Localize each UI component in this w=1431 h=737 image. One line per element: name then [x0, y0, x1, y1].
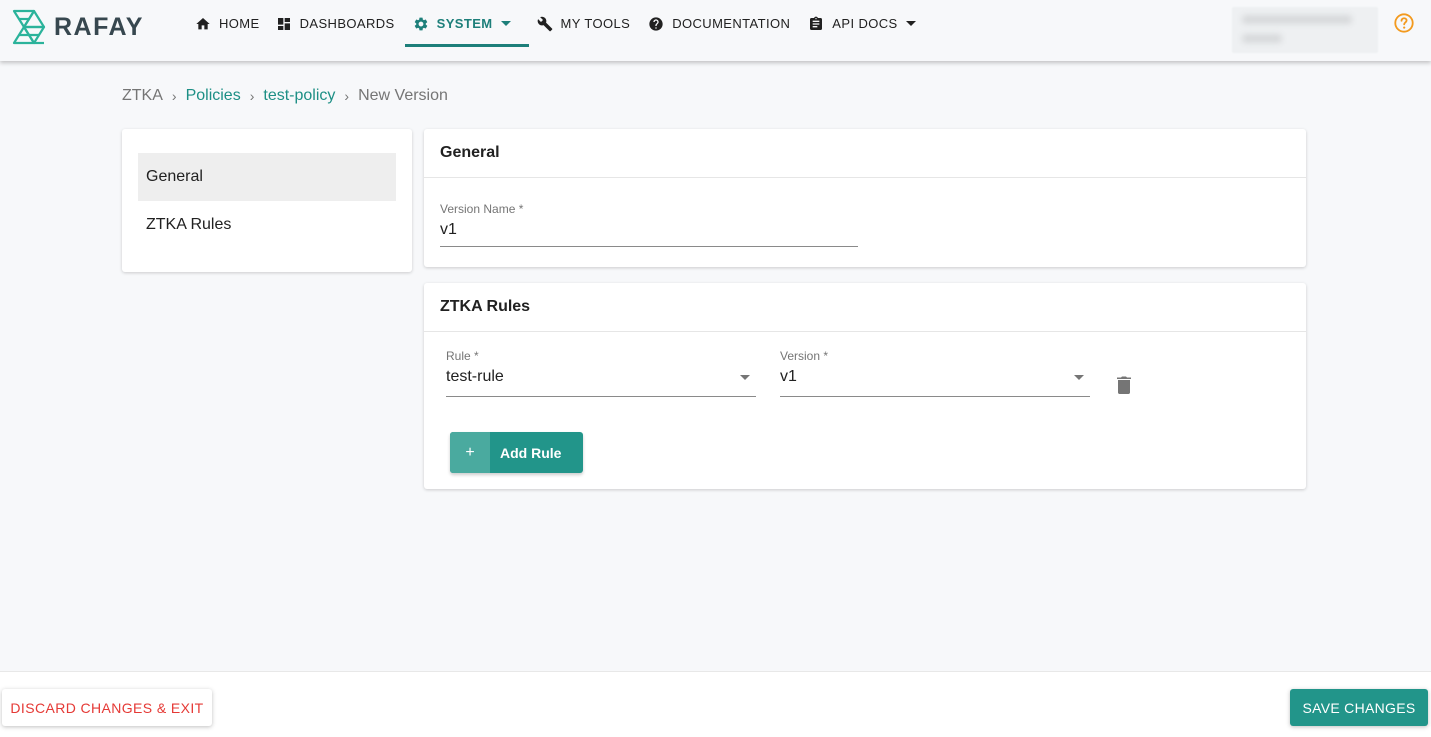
- section-nav-ztka-rules[interactable]: ZTKA Rules: [138, 201, 396, 249]
- save-changes-button[interactable]: SAVE CHANGES: [1290, 689, 1428, 726]
- dashboard-icon: [277, 17, 290, 30]
- nav-system-label: SYSTEM: [436, 16, 493, 31]
- discard-changes-button[interactable]: DISCARD CHANGES & EXIT: [2, 689, 212, 726]
- general-card: General Version Name * v1: [424, 129, 1306, 267]
- version-select-value[interactable]: v1: [780, 368, 1090, 386]
- version-select[interactable]: Version * v1: [780, 349, 1090, 397]
- gear-icon: [414, 17, 427, 30]
- nav-api-docs[interactable]: API DOCS: [800, 0, 923, 47]
- version-name-underline: [440, 246, 858, 247]
- dropdown-arrow-icon[interactable]: [1074, 375, 1084, 380]
- section-nav-ztka-rules-label: ZTKA Rules: [146, 216, 232, 233]
- chevron-down-icon: [905, 21, 916, 26]
- breadcrumb-separator: ›: [249, 88, 255, 104]
- breadcrumb-separator: ›: [344, 88, 350, 104]
- nav-dashboards-label: DASHBOARDS: [299, 16, 395, 31]
- plus-icon: +: [450, 432, 490, 473]
- top-header: RAFAY HOME DASHBOARDS SYSTEM MY TOOLS DO…: [0, 0, 1431, 61]
- rule-select-underline: [446, 396, 756, 397]
- user-menu-blurred[interactable]: [1232, 7, 1378, 53]
- version-name-field[interactable]: Version Name * v1: [440, 202, 858, 247]
- chevron-down-icon: [500, 21, 511, 26]
- nav-home-label: HOME: [219, 16, 260, 31]
- main-nav: HOME DASHBOARDS SYSTEM MY TOOLS DOCUMENT…: [187, 0, 924, 47]
- help-circle-icon: [649, 16, 663, 31]
- nav-documentation-label: DOCUMENTATION: [672, 16, 791, 31]
- help-outline-icon[interactable]: [1393, 12, 1415, 34]
- add-rule-label: Add Rule: [500, 444, 562, 461]
- home-icon: [196, 17, 210, 29]
- breadcrumb-new-version: New Version: [358, 87, 448, 104]
- nav-home[interactable]: HOME: [187, 0, 268, 47]
- ztka-rules-card: ZTKA Rules Rule * test-rule Version * v1…: [424, 283, 1306, 489]
- add-rule-button[interactable]: + Add Rule: [450, 432, 583, 473]
- nav-api-docs-label: API DOCS: [832, 16, 898, 31]
- breadcrumb-policies[interactable]: Policies: [186, 87, 241, 105]
- user-email-blurred: [1242, 15, 1352, 24]
- breadcrumb-ztka: ZTKA: [122, 87, 163, 104]
- version-select-underline: [780, 396, 1090, 397]
- nav-my-tools-label: MY TOOLS: [560, 16, 631, 31]
- footer-bar: DISCARD CHANGES & EXIT SAVE CHANGES: [0, 671, 1431, 737]
- nav-my-tools[interactable]: MY TOOLS: [529, 0, 639, 47]
- ztka-rules-card-title: ZTKA Rules: [424, 283, 1306, 332]
- rule-select[interactable]: Rule * test-rule: [446, 349, 756, 397]
- version-select-label: Version *: [780, 349, 829, 363]
- rule-select-label: Rule *: [446, 349, 479, 363]
- breadcrumb: ZTKA › Policies › test-policy › New Vers…: [122, 87, 448, 105]
- nav-documentation[interactable]: DOCUMENTATION: [640, 0, 798, 47]
- breadcrumb-separator: ›: [171, 88, 177, 104]
- user-org-blurred: [1242, 34, 1282, 43]
- section-nav-general[interactable]: General: [138, 153, 396, 201]
- wrench-icon: [537, 16, 552, 31]
- clipboard-icon: [810, 16, 823, 30]
- rafay-logo-icon: [12, 9, 46, 45]
- brand-name: RAFAY: [54, 12, 144, 41]
- rule-select-value[interactable]: test-rule: [446, 368, 756, 386]
- version-name-label: Version Name *: [440, 202, 524, 216]
- nav-dashboards[interactable]: DASHBOARDS: [268, 0, 403, 47]
- version-name-input[interactable]: v1: [440, 221, 858, 239]
- general-card-title: General: [424, 129, 1306, 178]
- nav-system[interactable]: SYSTEM: [404, 0, 529, 47]
- rafay-logo[interactable]: RAFAY: [12, 9, 144, 45]
- dropdown-arrow-icon[interactable]: [740, 375, 750, 380]
- breadcrumb-test-policy[interactable]: test-policy: [263, 87, 335, 105]
- section-nav-general-label: General: [146, 168, 203, 185]
- delete-rule-icon[interactable]: [1116, 376, 1132, 394]
- section-nav-card: General ZTKA Rules: [122, 129, 412, 272]
